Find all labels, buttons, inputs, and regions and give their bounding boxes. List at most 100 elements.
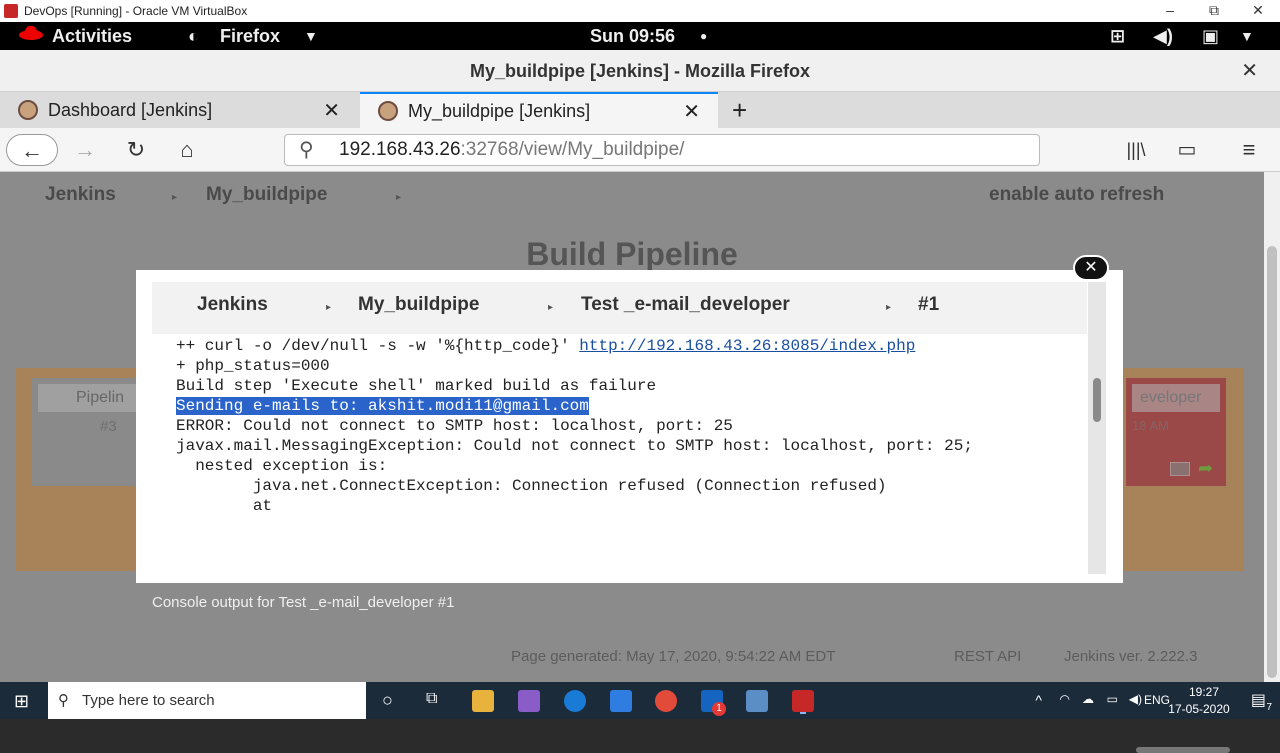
- close-tab-icon[interactable]: ✕: [323, 98, 340, 123]
- scrollbar-thumb[interactable]: [1267, 246, 1277, 678]
- close-window-button[interactable]: ✕: [1236, 0, 1280, 22]
- console-link[interactable]: http://192.168.43.26:8085/index.php: [579, 337, 915, 355]
- breadcrumb-separator-icon: ▸: [886, 302, 892, 313]
- jenkins-favicon-icon: [378, 101, 398, 121]
- mail-badge: 1: [712, 702, 726, 716]
- modal-crumb-jenkins[interactable]: Jenkins: [197, 294, 268, 316]
- firefox-app-icon: ◐: [188, 26, 199, 46]
- console-line: ++ curl -o /dev/null -s -w '%{http_code}…: [176, 337, 580, 355]
- library-icon[interactable]: |||\: [1120, 134, 1152, 166]
- url-bar[interactable]: ⚲ 192.168.43.26:32768/view/My_buildpipe/: [284, 134, 1040, 166]
- console-line: nested exception is:: [176, 457, 388, 475]
- new-tab-button[interactable]: +: [732, 92, 762, 128]
- system-menu-chevron-icon[interactable]: ▼: [1240, 22, 1254, 50]
- console-icon[interactable]: [1170, 462, 1190, 476]
- vbox-title: DevOps [Running] - Oracle VM VirtualBox: [24, 4, 248, 18]
- network-icon[interactable]: ⊞: [1110, 22, 1125, 50]
- navigation-toolbar: ← → ↻ ⌂ ⚲ 192.168.43.26:32768/view/My_bu…: [0, 128, 1280, 172]
- close-icon[interactable]: ✕: [1241, 50, 1258, 92]
- modal-crumb-job[interactable]: Test _e-mail_developer: [581, 294, 790, 316]
- forward-button[interactable]: →: [70, 134, 100, 166]
- tab-dashboard[interactable]: Dashboard [Jenkins] ✕: [0, 92, 358, 128]
- console-line: javax.mail.MessagingException: Could not…: [176, 437, 973, 455]
- tab-my-buildpipe[interactable]: My_buildpipe [Jenkins] ✕: [360, 92, 718, 128]
- modal-scrollbar-thumb[interactable]: [1093, 378, 1101, 422]
- notification-count: 7: [1266, 702, 1272, 713]
- horizontal-scrollbar[interactable]: [1136, 747, 1230, 753]
- taskbar-search-input[interactable]: ⚲ Type here to search: [48, 682, 366, 719]
- page-scrollbar[interactable]: [1264, 172, 1280, 682]
- chrome-icon[interactable]: [655, 690, 677, 712]
- app-menu-firefox[interactable]: Firefox: [220, 22, 280, 50]
- tab-label: My_buildpipe [Jenkins]: [408, 100, 591, 121]
- breadcrumb-my-buildpipe[interactable]: My_buildpipe: [206, 184, 327, 206]
- breadcrumb-jenkins[interactable]: Jenkins: [45, 184, 116, 206]
- rest-api-link[interactable]: REST API: [954, 648, 1021, 665]
- url-host: 192.168.43.26: [339, 139, 461, 160]
- wifi-icon[interactable]: ◠: [1060, 692, 1070, 706]
- jenkins-version-link[interactable]: Jenkins ver. 2.222.3: [1064, 648, 1197, 665]
- failed-job-card[interactable]: eveloper 18 AM ➦: [1126, 378, 1226, 486]
- virtualbox-vm-icon[interactable]: [792, 690, 814, 712]
- redhat-icon: [18, 22, 44, 50]
- jenkins-favicon-icon: [18, 100, 38, 120]
- search-icon: ⚲: [58, 692, 69, 709]
- store-icon[interactable]: [610, 690, 632, 712]
- vbox-title-bar: DevOps [Running] - Oracle VM VirtualBox …: [0, 0, 1280, 22]
- hamburger-menu-icon[interactable]: ≡: [1234, 134, 1264, 166]
- chevron-down-icon[interactable]: ▼: [304, 22, 318, 50]
- back-button[interactable]: ←: [6, 134, 58, 166]
- clock[interactable]: Sun 09:56: [590, 22, 675, 50]
- home-icon[interactable]: ⌂: [170, 134, 204, 166]
- modal-breadcrumb: Jenkins ▸ My_buildpipe ▸ Test _e-mail_de…: [152, 282, 1087, 334]
- activities-button[interactable]: Activities: [52, 22, 132, 50]
- modal-crumb-build[interactable]: #1: [918, 294, 939, 316]
- breadcrumb-separator-icon: ▸: [326, 302, 332, 313]
- firefox-window-title-bar: My_buildpipe [Jenkins] - Mozilla Firefox…: [0, 50, 1280, 92]
- pipeline-card-number: #3: [100, 418, 117, 435]
- close-tab-icon[interactable]: ✕: [683, 99, 700, 124]
- taskbar-date[interactable]: 17-05-2020: [1164, 702, 1234, 716]
- battery-icon[interactable]: ▣: [1202, 22, 1219, 50]
- restore-button[interactable]: ⧉: [1192, 0, 1236, 22]
- visual-studio-icon[interactable]: [518, 690, 540, 712]
- job-card-time: 18 AM: [1132, 418, 1169, 433]
- breadcrumb-separator-icon: ▸: [548, 302, 554, 313]
- console-line: java.net.ConnectException: Connection re…: [176, 477, 887, 495]
- search-icon: ⚲: [299, 139, 314, 161]
- show-hidden-icons-icon[interactable]: ^: [1035, 692, 1042, 708]
- minimize-button[interactable]: –: [1148, 0, 1192, 22]
- search-placeholder: Type here to search: [82, 692, 215, 709]
- action-center-icon[interactable]: ▤: [1251, 690, 1266, 710]
- close-modal-icon[interactable]: ✕: [1073, 255, 1109, 281]
- console-line: at: [176, 497, 273, 515]
- console-line: Build step 'Execute shell' marked build …: [176, 377, 657, 395]
- windows-start-icon[interactable]: ⊞: [14, 691, 29, 712]
- job-card-title: eveloper: [1132, 384, 1220, 412]
- notification-dot-icon: ●: [700, 29, 708, 43]
- page-generated-text: Page generated: May 17, 2020, 9:54:22 AM…: [511, 648, 836, 665]
- enable-auto-refresh-link[interactable]: enable auto refresh: [989, 184, 1164, 206]
- taskbar-time[interactable]: 19:27: [1174, 685, 1234, 699]
- reload-button[interactable]: ↻: [120, 134, 152, 166]
- window-title: My_buildpipe [Jenkins] - Mozilla Firefox: [469, 61, 811, 81]
- edge-icon[interactable]: [564, 690, 586, 712]
- cloud-icon[interactable]: ☁: [1082, 692, 1094, 706]
- pipeline-card[interactable]: Pipelin #3: [32, 378, 152, 486]
- modal-crumb-my-buildpipe[interactable]: My_buildpipe: [358, 294, 479, 316]
- breadcrumb-separator-icon: ▸: [396, 192, 402, 203]
- sidebar-icon[interactable]: ▭: [1170, 134, 1204, 166]
- speaker-icon[interactable]: ◀): [1129, 692, 1142, 706]
- modal-scrollbar[interactable]: [1088, 282, 1106, 574]
- rebuild-arrow-icon[interactable]: ➦: [1198, 458, 1213, 479]
- virtualbox-3d-icon[interactable]: [746, 690, 768, 712]
- volume-icon[interactable]: ◀): [1153, 22, 1173, 50]
- battery-icon[interactable]: ▭: [1107, 692, 1118, 706]
- console-line: + php_status=000: [176, 357, 330, 375]
- file-explorer-icon[interactable]: [472, 690, 494, 712]
- console-output: ++ curl -o /dev/null -s -w '%{http_code}…: [176, 336, 1076, 576]
- console-caption: Console output for Test _e-mail_develope…: [152, 594, 455, 611]
- task-view-icon[interactable]: ⧉: [426, 690, 437, 708]
- tab-label: Dashboard [Jenkins]: [48, 99, 213, 120]
- cortana-icon[interactable]: ○: [382, 690, 393, 711]
